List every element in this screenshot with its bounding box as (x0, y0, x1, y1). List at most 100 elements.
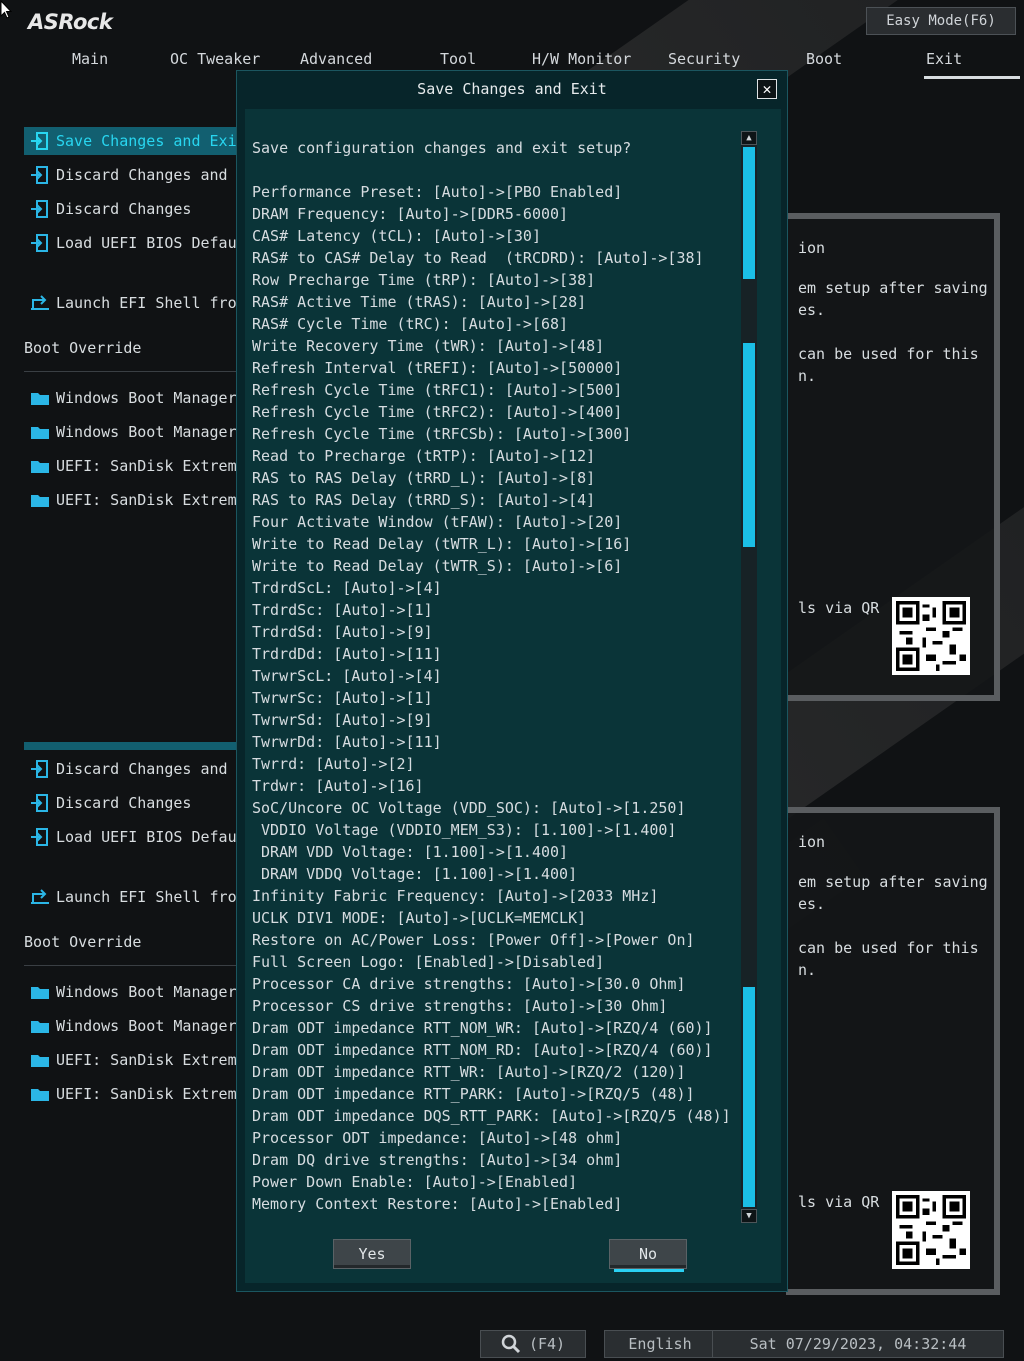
menu-item-load-defaults[interactable]: Load UEFI BIOS Defaul (24, 823, 236, 851)
folder-icon (24, 390, 56, 406)
change-line: Refresh Cycle Time (tRFCSb): [Auto]->[30… (252, 425, 632, 443)
change-line: Twrrd: [Auto]->[2] (252, 755, 415, 773)
exit-door-icon (24, 794, 56, 812)
exit-door-icon (24, 166, 56, 184)
search-icon (501, 1334, 520, 1354)
tab-boot[interactable]: Boot (806, 50, 842, 68)
boot-item-label: UEFI: SanDisk Extreme (56, 491, 236, 509)
boot-item-label: UEFI: SanDisk Extreme (56, 1051, 236, 1069)
folder-icon (24, 1018, 56, 1034)
easy-mode-button[interactable]: Easy Mode(F6) (866, 7, 1016, 35)
launch-arrow-icon (24, 295, 56, 311)
close-icon: ✕ (762, 80, 772, 98)
change-line: Processor CS drive strengths: [Auto]->[3… (252, 997, 668, 1015)
menu-item-save-changes-exit[interactable]: Save Changes and Exit (24, 127, 236, 155)
boot-item[interactable]: Windows Boot Manager (24, 384, 236, 412)
scrollbar[interactable]: ▲ ▼ (741, 131, 757, 1223)
folder-icon (24, 1086, 56, 1102)
change-line: TrdrdSd: [Auto]->[9] (252, 623, 433, 641)
save-changes-dialog: Save Changes and Exit ✕ Save configurati… (236, 70, 788, 1292)
boot-item-label: UEFI: SanDisk Extreme (56, 1085, 236, 1103)
menu-item-launch-efi-shell[interactable]: Launch EFI Shell from (24, 289, 236, 317)
boot-item[interactable]: UEFI: SanDisk Extreme (24, 1080, 236, 1108)
divider (24, 965, 236, 966)
change-line: TwrwrSd: [Auto]->[9] (252, 711, 433, 729)
change-line: DRAM Frequency: [Auto]->[DDR5-6000] (252, 205, 569, 223)
tab-hw-monitor[interactable]: H/W Monitor (532, 50, 631, 68)
description-panel: ion em setup after saving es. can be use… (786, 807, 1000, 1295)
change-line: Processor ODT impedance: [Auto]->[48 ohm… (252, 1129, 623, 1147)
asrock-logo: ASRock (28, 10, 113, 34)
description-line: em setup after saving (798, 279, 988, 297)
change-line: Write Recovery Time (tWR): [Auto]->[48] (252, 337, 605, 355)
change-line: Infinity Fabric Frequency: [Auto]->[2033… (252, 887, 659, 905)
no-button[interactable]: No (609, 1239, 687, 1272)
change-line: RAS# Cycle Time (tRC): [Auto]->[68] (252, 315, 569, 333)
boot-item-label: Windows Boot Manager (56, 423, 236, 441)
menu-item-launch-efi-shell[interactable]: Launch EFI Shell from (24, 883, 236, 911)
qr-code-icon (892, 1191, 970, 1269)
change-line: Refresh Cycle Time (tRFC1): [Auto]->[500… (252, 381, 623, 399)
change-line: Full Screen Logo: [Enabled]->[Disabled] (252, 953, 605, 971)
change-line: TwrwrSc: [Auto]->[1] (252, 689, 433, 707)
selected-strip (24, 742, 236, 750)
menu-item-discard-changes[interactable]: Discard Changes (24, 195, 236, 223)
folder-icon (24, 492, 56, 508)
change-line: Row Precharge Time (tRP): [Auto]->[38] (252, 271, 596, 289)
close-button[interactable]: ✕ (757, 79, 777, 99)
menu-item-load-defaults[interactable]: Load UEFI BIOS Defaul (24, 229, 236, 257)
menu-item-discard-changes[interactable]: Discard Changes (24, 789, 236, 817)
description-line: es. (798, 895, 826, 913)
scroll-thumb[interactable] (743, 987, 755, 1207)
change-line: RAS# to CAS# Delay to Read (tRCDRD): [Au… (252, 249, 704, 267)
boot-item[interactable]: UEFI: SanDisk Extreme (24, 486, 236, 514)
menu-item-discard-changes-exit[interactable]: Discard Changes and E (24, 161, 236, 189)
menu-item-discard-changes-exit[interactable]: Discard Changes and E (24, 755, 236, 783)
menu-item-label: Launch EFI Shell from (56, 888, 236, 906)
change-line: DRAM VDDQ Voltage: [1.100]->[1.400] (252, 865, 578, 883)
boot-item[interactable]: UEFI: SanDisk Extreme (24, 1046, 236, 1074)
language-selector[interactable]: English (604, 1330, 716, 1358)
mouse-pointer-icon (0, 0, 12, 19)
search-button[interactable]: (F4) (480, 1330, 586, 1358)
change-line: Trdwr: [Auto]->[16] (252, 777, 424, 795)
active-tab-indicator (924, 76, 1020, 79)
launch-arrow-icon (24, 889, 56, 905)
boot-item[interactable]: Windows Boot Manager (24, 1012, 236, 1040)
scroll-up-arrow-icon[interactable]: ▲ (741, 131, 757, 145)
boot-item[interactable]: UEFI: SanDisk Extreme (24, 452, 236, 480)
scroll-thumb[interactable] (743, 343, 755, 547)
exit-menu-list-lower: Discard Changes and E Discard Changes Lo… (24, 755, 236, 1108)
menu-item-label: Discard Changes and E (56, 760, 236, 778)
boot-item[interactable]: Windows Boot Manager (24, 418, 236, 446)
change-line: VDDIO Voltage (VDDIO_MEM_S3): [1.100]->[… (252, 821, 677, 839)
datetime-display: Sat 07/29/2023, 04:32:44 (712, 1330, 1004, 1358)
change-line: Dram ODT impedance RTT_PARK: [Auto]->[RZ… (252, 1085, 695, 1103)
description-line: can be used for this (798, 345, 979, 363)
dialog-content: Save configuration changes and exit setu… (245, 109, 781, 1283)
tab-oc-tweaker[interactable]: OC Tweaker (170, 50, 260, 68)
change-line: Performance Preset: [Auto]->[PBO Enabled… (252, 183, 623, 201)
change-line: DRAM VDD Voltage: [1.100]->[1.400] (252, 843, 569, 861)
exit-door-icon (24, 828, 56, 846)
scroll-thumb[interactable] (743, 147, 755, 279)
boot-item[interactable]: Windows Boot Manager (24, 978, 236, 1006)
change-line: Dram ODT impedance RTT_NOM_WR: [Auto]->[… (252, 1019, 713, 1037)
change-line: Write to Read Delay (tWTR_L): [Auto]->[1… (252, 535, 632, 553)
change-line: Power Down Enable: [Auto]->[Enabled] (252, 1173, 578, 1191)
scroll-down-arrow-icon[interactable]: ▼ (741, 1209, 757, 1223)
tab-exit[interactable]: Exit (926, 50, 962, 68)
description-line: n. (798, 367, 817, 385)
yes-button[interactable]: Yes (333, 1239, 411, 1269)
change-line: Dram ODT impedance RTT_WR: [Auto]->[RZQ/… (252, 1063, 686, 1081)
tab-security[interactable]: Security (668, 50, 740, 68)
tab-tool[interactable]: Tool (440, 50, 476, 68)
change-line: SoC/Uncore OC Voltage (VDD_SOC): [Auto]-… (252, 799, 686, 817)
tab-main[interactable]: Main (72, 50, 108, 68)
change-line: Refresh Interval (tREFI): [Auto]->[50000… (252, 359, 623, 377)
change-line: CAS# Latency (tCL): [Auto]->[30] (252, 227, 541, 245)
description-heading: ion (798, 833, 826, 851)
tab-advanced[interactable]: Advanced (300, 50, 372, 68)
description-line: em setup after saving (798, 873, 988, 891)
divider (24, 371, 236, 372)
